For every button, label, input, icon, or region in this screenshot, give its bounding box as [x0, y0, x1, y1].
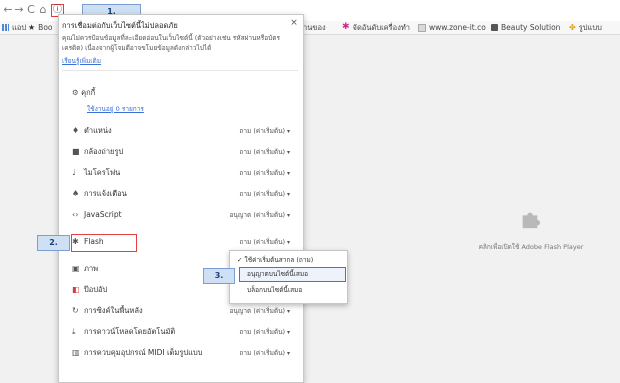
- permission-camera: ■ กล้องถ่ายรูป ถาม (ค่าเริ่มต้น): [72, 145, 294, 159]
- camera-icon: ■: [72, 147, 80, 156]
- microphone-icon: ♩: [72, 168, 76, 177]
- permission-notifications: ♠ การแจ้งเตือน ถาม (ค่าเริ่มต้น): [72, 187, 294, 201]
- code-icon: ‹›: [72, 210, 79, 219]
- permission-select[interactable]: ถาม (ค่าเริ่มต้น): [239, 166, 290, 181]
- download-icon: ⤓: [72, 327, 76, 336]
- midi-icon: ▥: [72, 348, 80, 357]
- permission-select[interactable]: ถาม (ค่าเริ่มต้น): [239, 145, 290, 160]
- bookmark-boo[interactable]: ★ Boo: [28, 22, 53, 33]
- bookmark-label: Boo: [38, 23, 53, 32]
- location-pin-icon: ♦: [72, 126, 80, 135]
- connection-warning-title: การเชื่อมต่อกับเว็บไซต์นี้ไม่ปลอดภัย: [62, 21, 178, 30]
- flash-plugin-message[interactable]: คลิกเพื่อเปิดใช้ Adobe Flash Player: [451, 242, 611, 252]
- divider: [62, 70, 298, 71]
- bookmark-5[interactable]: www.zone-it.co: [418, 22, 486, 33]
- permission-select[interactable]: ถาม (ค่าเริ่มต้น): [239, 346, 290, 361]
- permission-javascript: ‹› JavaScript อนุญาต (ค่าเริ่มต้น): [72, 208, 294, 222]
- option-use-global-default[interactable]: ✓ ใช้ค่าเริ่มต้นสากล (ถาม): [237, 253, 341, 267]
- popup-icon: ◧: [72, 285, 80, 294]
- permission-select[interactable]: ถาม (ค่าเริ่มต้น): [239, 325, 290, 340]
- permission-select[interactable]: อนุญาต (ค่าเริ่มต้น): [230, 208, 290, 223]
- forward-icon[interactable]: →: [14, 3, 24, 17]
- bookmark-7[interactable]: ✤ รูปแบบ: [569, 22, 602, 33]
- learn-more-link[interactable]: เรียนรู้เพิ่มเติม: [62, 56, 102, 66]
- bookmark-apps[interactable]: แอป: [2, 22, 26, 33]
- cookies-label: ⚙ คุกกี้: [72, 88, 96, 97]
- bookmark-label: Beauty Solution: [501, 23, 561, 32]
- bookmark-label: แอป: [12, 23, 27, 32]
- permission-select[interactable]: ถาม (ค่าเริ่มต้น): [239, 187, 290, 202]
- bookmark-label: จัดอันดับเครื่องทำ: [352, 23, 411, 32]
- home-icon[interactable]: ⌂: [38, 3, 48, 17]
- connection-warning-text: คุณไม่ควรป้อนข้อมูลที่ละเอียดอ่อนในเว็บไ…: [62, 34, 280, 52]
- permission-select[interactable]: ถาม (ค่าเริ่มต้น): [239, 235, 290, 250]
- zone-icon: [418, 23, 426, 32]
- bookmark-label: รูปแบบ: [578, 23, 602, 32]
- permission-location: ♦ ตำแหน่ง ถาม (ค่าเริ่มต้น): [72, 124, 294, 138]
- bookmark-3[interactable]: านของ: [303, 22, 326, 33]
- sync-icon: ↻: [72, 306, 79, 315]
- step-2-label: 2.: [37, 235, 70, 251]
- check-icon: ✓: [237, 256, 243, 264]
- reload-icon[interactable]: C: [26, 3, 36, 17]
- permission-select[interactable]: อนุญาต (ค่าเริ่มต้น): [230, 304, 290, 319]
- close-icon[interactable]: ×: [289, 18, 299, 28]
- back-icon[interactable]: ←: [3, 3, 13, 17]
- permission-automatic-downloads: ⤓ การดาวน์โหลดโดยอัตโนมัติ ถาม (ค่าเริ่มต…: [72, 325, 294, 339]
- step-3-label: 3.: [203, 268, 235, 284]
- option-always-allow[interactable]: อนุญาตบนไซต์นี้เสมอ: [237, 267, 351, 281]
- image-icon: ▣: [72, 264, 80, 273]
- permission-select[interactable]: ถาม (ค่าเริ่มต้น): [239, 124, 290, 139]
- puzzle-plugin-icon[interactable]: [519, 208, 541, 230]
- cookies-in-use-link[interactable]: ใช้งานอยู่ 0 รายการ: [87, 104, 144, 114]
- bookmark-label: านของ: [303, 23, 326, 32]
- apps-grid-icon: [2, 24, 9, 31]
- bell-icon: ♠: [72, 189, 80, 198]
- beauty-icon: [491, 24, 498, 31]
- permission-microphone: ♩ ไมโครโฟน ถาม (ค่าเริ่มต้น): [72, 166, 294, 180]
- flower-icon: ✱: [342, 22, 350, 32]
- permission-background-sync: ↻ การซิงค์ในพื้นหลัง อนุญาต (ค่าเริ่มต้น): [72, 304, 294, 318]
- permission-midi: ▥ การควบคุมอุปกรณ์ MIDI เต็มรูปแบบ ถาม (ค…: [72, 346, 294, 360]
- option-always-block[interactable]: บล็อกบนไซต์นี้เสมอ: [237, 283, 351, 297]
- leaf-icon: ✤: [569, 23, 576, 32]
- bookmark-6[interactable]: Beauty Solution: [491, 22, 560, 33]
- bookmark-4[interactable]: ✱ จัดอันดับเครื่องทำ: [342, 22, 410, 33]
- cookie-icon: ⚙: [72, 88, 82, 97]
- star-icon: ★: [28, 23, 36, 32]
- flash-highlight-box: [71, 234, 137, 252]
- bookmark-label: www.zone-it.co: [429, 23, 486, 32]
